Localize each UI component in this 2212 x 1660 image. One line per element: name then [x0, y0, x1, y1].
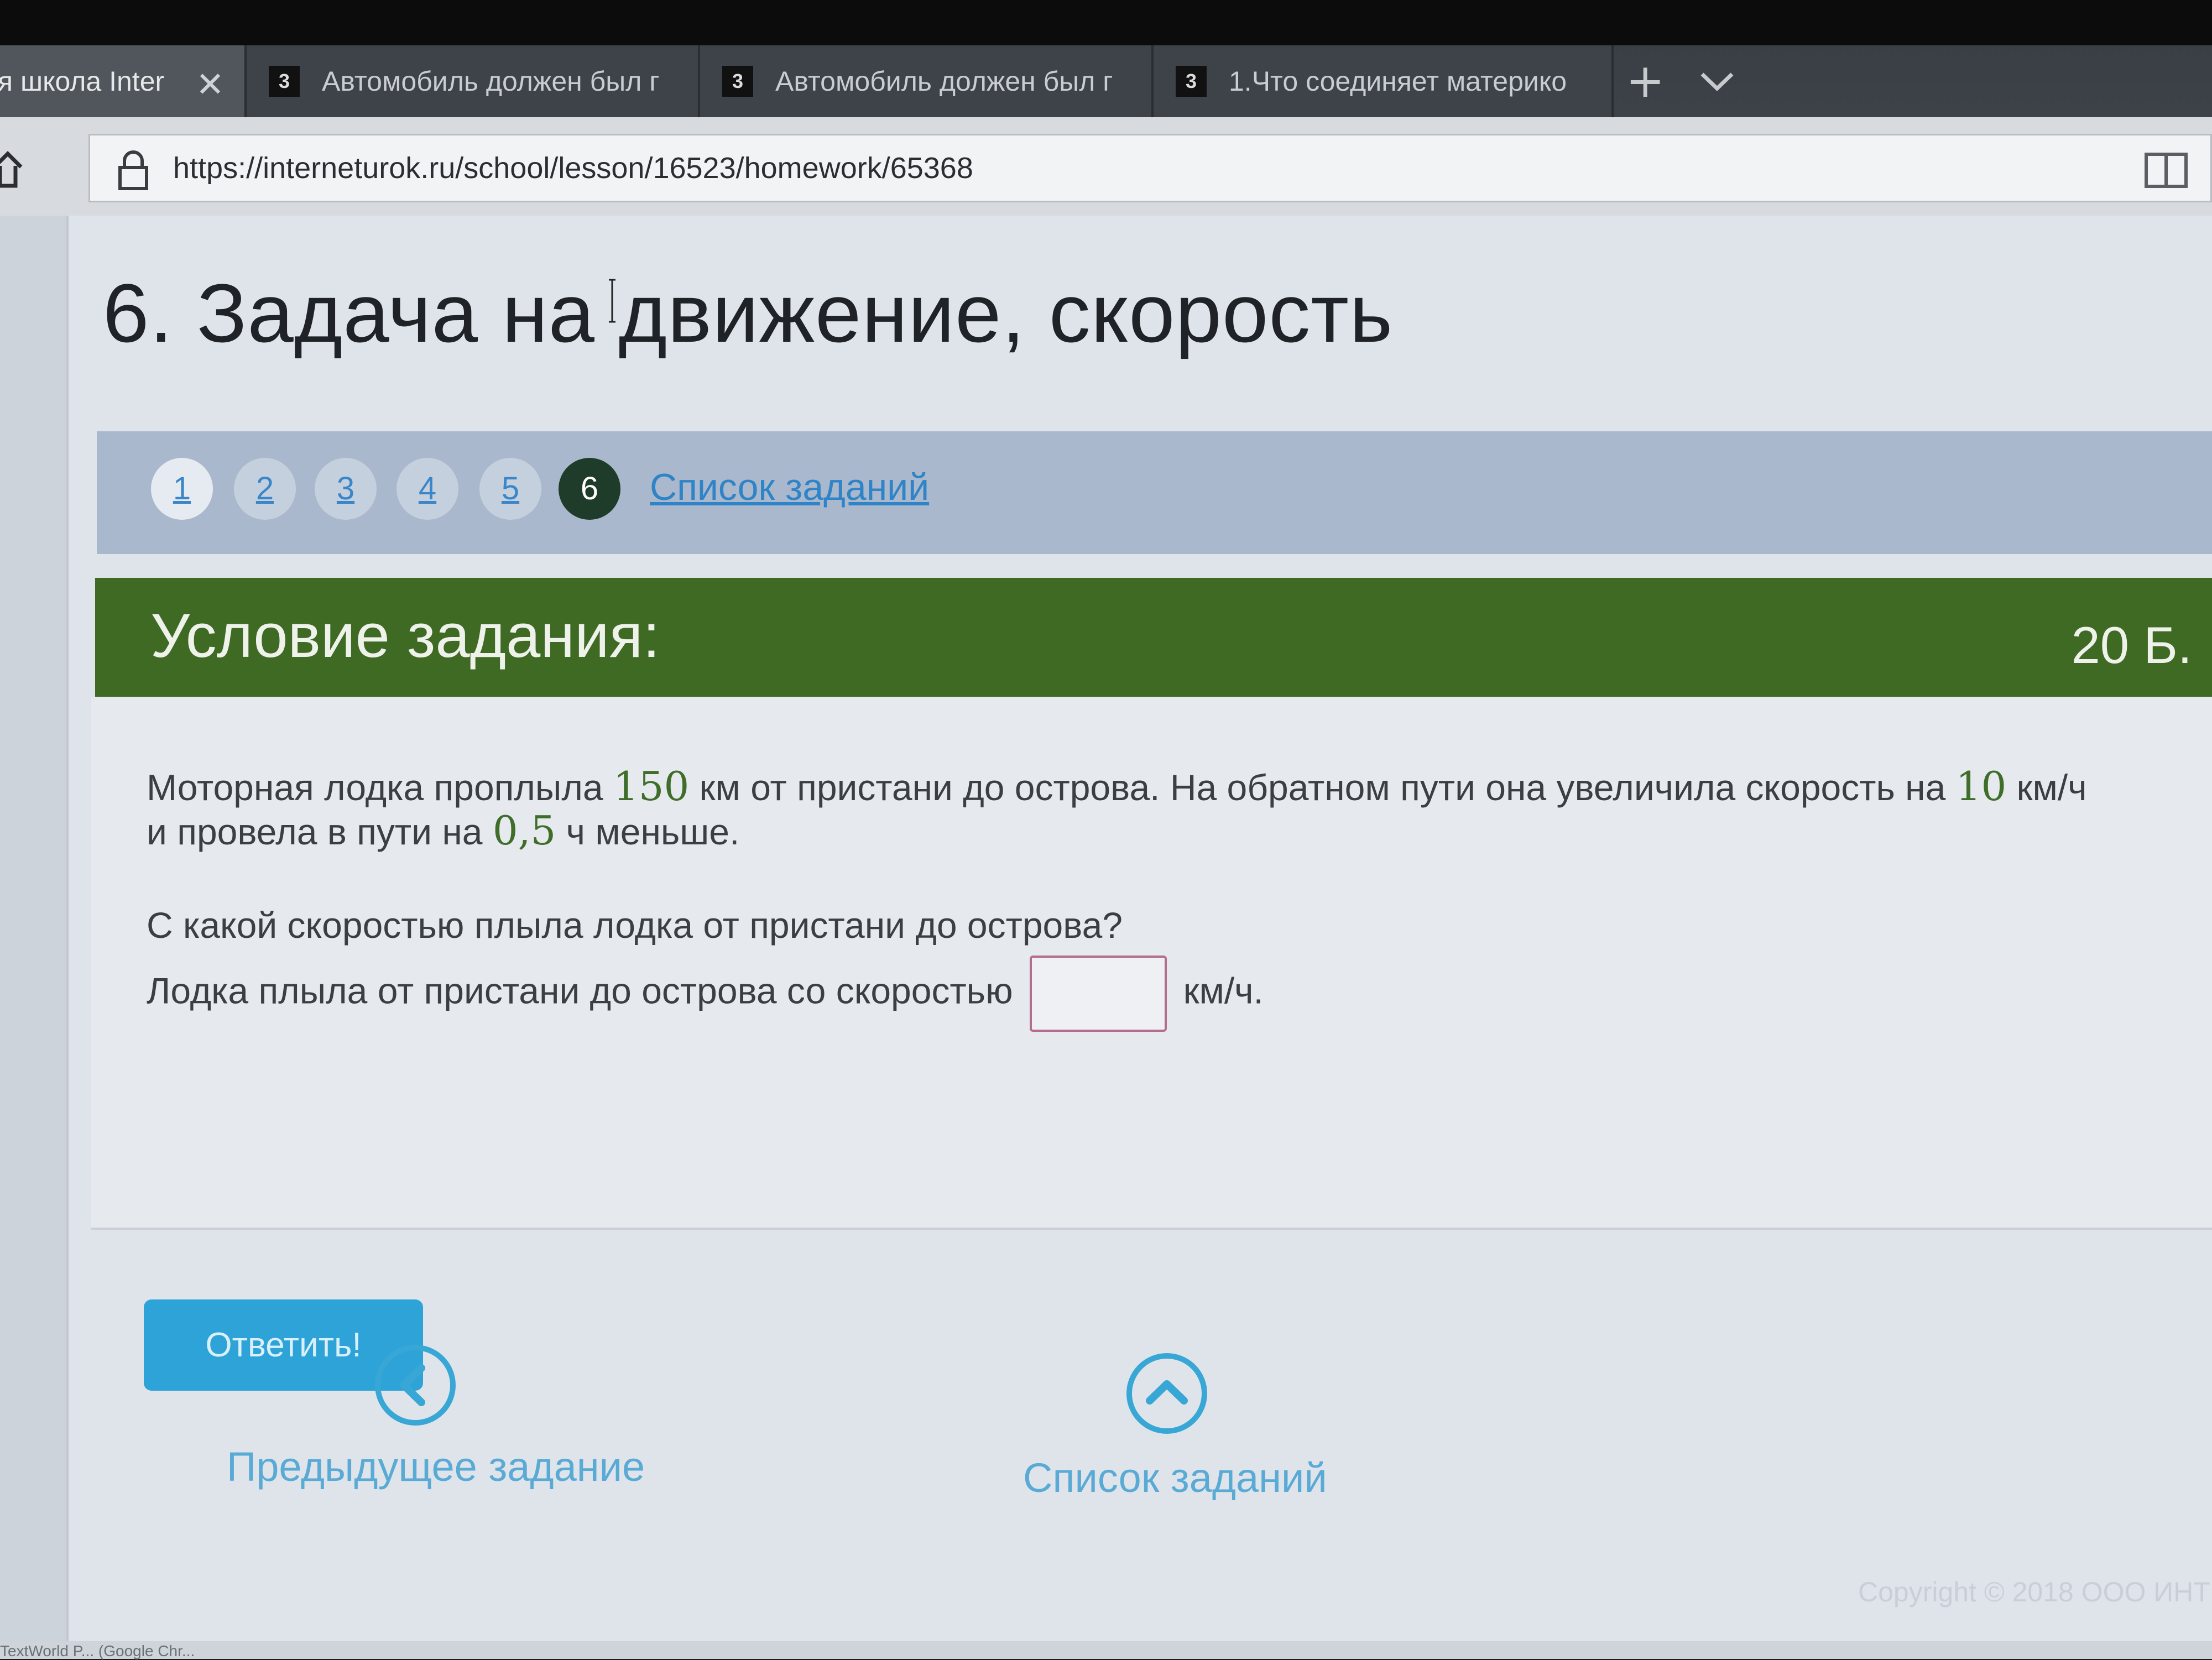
copyright-text: Copyright © 2018 ООО ИНТЕ	[1858, 1577, 2212, 1607]
browser-tab-1[interactable]: я школа Inter ✕	[0, 45, 247, 117]
site-favicon-icon: 3	[1176, 66, 1207, 97]
text-cursor-icon	[609, 279, 615, 323]
plus-icon: +	[1626, 54, 1665, 108]
tab-title: 1.Что соединяет материко	[1229, 66, 1567, 97]
taskbar	[0, 1641, 2212, 1659]
task-navigation: 1 2 3 4 5 6 Список заданий	[97, 431, 2212, 554]
chevron-up-circle-icon[interactable]	[1125, 1352, 1208, 1435]
task-nav-4[interactable]: 4	[397, 458, 458, 520]
chevron-left-circle-icon[interactable]	[374, 1344, 457, 1427]
browser-tab-strip: я школа Inter ✕ 3 Автомобиль должен был …	[0, 0, 2212, 117]
problem-text: ч меньше.	[556, 811, 740, 852]
address-bar[interactable]: https://interneturok.ru/school/lesson/16…	[88, 134, 2212, 202]
previous-task-link[interactable]: Предыдущее задание	[227, 1443, 645, 1490]
task-nav-6-current: 6	[559, 458, 620, 520]
page-left-gutter	[0, 216, 69, 1659]
tab-title: Автомобиль должен был г	[322, 66, 660, 97]
number-150: 150	[613, 763, 690, 810]
problem-line-2: и провела в пути на 0,5 ч меньше.	[147, 807, 739, 854]
problem-line-1: Моторная лодка проплыла 150 км от приста…	[147, 763, 2087, 810]
task-list-link[interactable]: Список заданий	[650, 466, 929, 509]
home-button[interactable]	[0, 139, 33, 195]
answer-unit: км/ч.	[1183, 970, 1264, 1011]
condition-body: Моторная лодка проплыла 150 км от приста…	[91, 697, 2212, 1391]
task-list-footer-link[interactable]: Список заданий	[1023, 1454, 1327, 1501]
problem-text: км от пристани до острова. На обратном п…	[689, 767, 1956, 808]
condition-header: Условие задания: 20 Б.	[95, 578, 2212, 697]
points-badge: 20 Б.	[2071, 616, 2192, 674]
answer-input[interactable]	[1029, 956, 1167, 1032]
url-text[interactable]: https://interneturok.ru/school/lesson/16…	[173, 151, 973, 185]
number-0-5: 0,5	[492, 807, 556, 854]
home-icon	[0, 151, 23, 188]
task-nav-3[interactable]: 3	[315, 458, 377, 520]
task-nav-2[interactable]: 2	[234, 458, 296, 520]
site-favicon-icon: 3	[722, 66, 753, 97]
tab-title: Автомобиль должен был г	[775, 66, 1113, 97]
tab-menu-button[interactable]	[1692, 53, 1742, 108]
close-icon[interactable]: ✕	[196, 64, 225, 105]
reading-view-icon[interactable]	[2144, 151, 2188, 190]
tab-title: я школа Inter	[0, 66, 165, 97]
question-text: С какой скоростью плыла лодка от пристан…	[147, 905, 1123, 946]
new-tab-button[interactable]: +	[1626, 53, 1665, 108]
problem-text: км/ч	[2006, 767, 2087, 808]
task-nav-1[interactable]: 1	[151, 458, 213, 520]
browser-tab-3[interactable]: 3 Автомобиль должен был г	[700, 45, 1154, 117]
browser-tab-4[interactable]: 3 1.Что соединяет материко	[1154, 45, 1614, 117]
problem-text: и провела в пути на	[147, 811, 493, 852]
browser-tab-2[interactable]: 3 Автомобиль должен был г	[247, 45, 700, 117]
lock-icon	[118, 150, 148, 190]
task-nav-5[interactable]: 5	[479, 458, 541, 520]
page-title: 6. Задача на движение, скорость	[103, 267, 1394, 359]
page-content: 6. Задача на движение, скорость 1 2 3 4 …	[0, 216, 2212, 1659]
answer-row: Лодка плыла от пристани до острова со ск…	[147, 956, 1264, 1032]
condition-title: Условие задания:	[150, 601, 660, 670]
address-row: https://interneturok.ru/school/lesson/16…	[0, 117, 2212, 216]
problem-text: Моторная лодка проплыла	[147, 767, 613, 808]
chevron-down-icon	[1700, 72, 1734, 91]
site-favicon-icon: 3	[269, 66, 300, 97]
answer-prefix: Лодка плыла от пристани до острова со ск…	[147, 970, 1013, 1011]
number-10: 10	[1955, 763, 2007, 810]
taskbar-text: TextWorld P... (Google Chr...	[0, 1642, 195, 1659]
